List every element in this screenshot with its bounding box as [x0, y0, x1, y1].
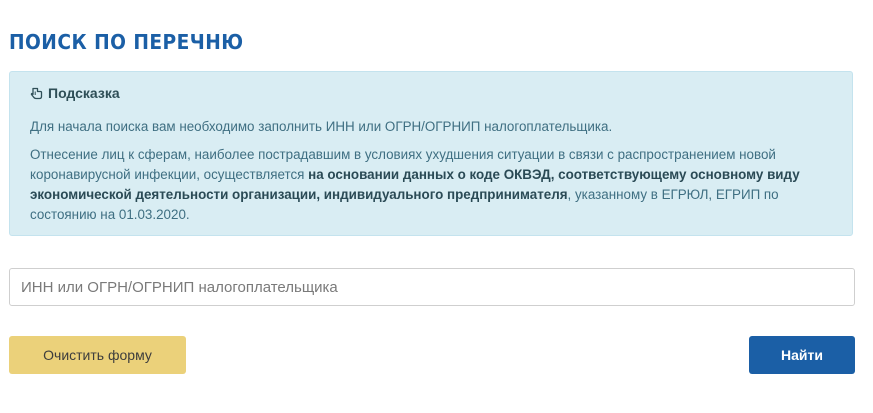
hint-paragraph-1: Для начала поиска вам необходимо заполни… — [30, 119, 613, 134]
find-button[interactable]: Найти — [749, 336, 855, 374]
page-title: ПОИСК ПО ПЕРЕЧНЮ — [9, 30, 244, 54]
search-input[interactable] — [9, 268, 855, 306]
hint-header: Подсказка — [30, 84, 832, 102]
hint-box: Подсказка Для начала поиска вам необходи… — [9, 71, 853, 236]
thumb-pointer-icon — [30, 87, 43, 100]
hint-title: Подсказка — [48, 85, 120, 101]
hint-paragraph-2: Отнесение лиц к сферам, наиболее пострад… — [30, 145, 832, 225]
clear-form-button[interactable]: Очистить форму — [9, 336, 186, 374]
